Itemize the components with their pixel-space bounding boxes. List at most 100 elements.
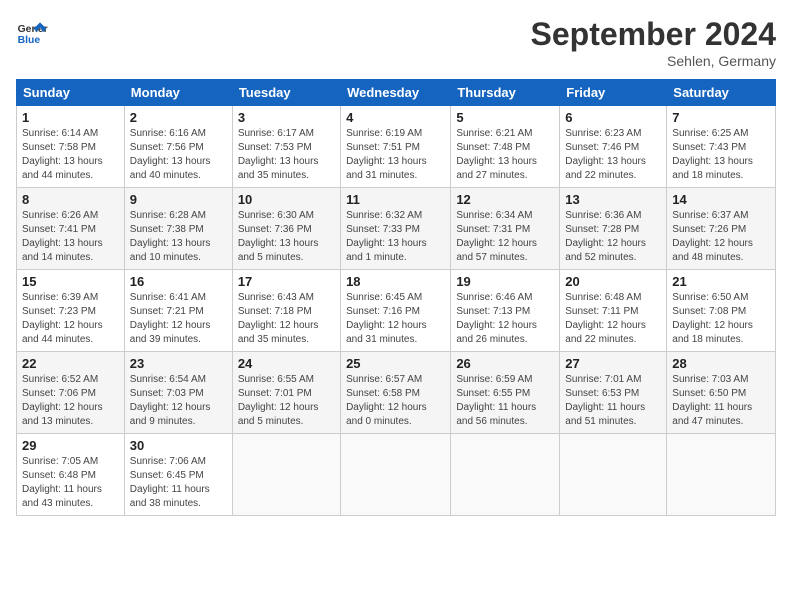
day-number: 19: [456, 274, 554, 289]
col-tuesday: Tuesday: [232, 80, 340, 106]
calendar-day-cell: 3 Sunrise: 6:17 AM Sunset: 7:53 PM Dayli…: [232, 106, 340, 188]
calendar-day-cell: 2 Sunrise: 6:16 AM Sunset: 7:56 PM Dayli…: [124, 106, 232, 188]
col-sunday: Sunday: [17, 80, 125, 106]
calendar-day-cell: 11 Sunrise: 6:32 AM Sunset: 7:33 PM Dayl…: [341, 188, 451, 270]
calendar-day-cell: [232, 434, 340, 516]
day-info: Sunrise: 6:23 AM Sunset: 7:46 PM Dayligh…: [565, 127, 661, 183]
day-number: 5: [456, 110, 554, 125]
day-info: Sunrise: 6:17 AM Sunset: 7:53 PM Dayligh…: [238, 127, 335, 183]
calendar-day-cell: [341, 434, 451, 516]
col-friday: Friday: [560, 80, 667, 106]
calendar-day-cell: 17 Sunrise: 6:43 AM Sunset: 7:18 PM Dayl…: [232, 270, 340, 352]
calendar-day-cell: 10 Sunrise: 6:30 AM Sunset: 7:36 PM Dayl…: [232, 188, 340, 270]
calendar-day-cell: 19 Sunrise: 6:46 AM Sunset: 7:13 PM Dayl…: [451, 270, 560, 352]
calendar-day-cell: 29 Sunrise: 7:05 AM Sunset: 6:48 PM Dayl…: [17, 434, 125, 516]
day-info: Sunrise: 6:30 AM Sunset: 7:36 PM Dayligh…: [238, 209, 335, 265]
day-number: 2: [130, 110, 227, 125]
day-info: Sunrise: 6:14 AM Sunset: 7:58 PM Dayligh…: [22, 127, 119, 183]
day-number: 6: [565, 110, 661, 125]
day-info: Sunrise: 6:19 AM Sunset: 7:51 PM Dayligh…: [346, 127, 445, 183]
calendar-day-cell: 1 Sunrise: 6:14 AM Sunset: 7:58 PM Dayli…: [17, 106, 125, 188]
day-number: 3: [238, 110, 335, 125]
calendar-day-cell: 6 Sunrise: 6:23 AM Sunset: 7:46 PM Dayli…: [560, 106, 667, 188]
day-number: 25: [346, 356, 445, 371]
col-monday: Monday: [124, 80, 232, 106]
day-info: Sunrise: 6:36 AM Sunset: 7:28 PM Dayligh…: [565, 209, 661, 265]
day-number: 27: [565, 356, 661, 371]
calendar-day-cell: 5 Sunrise: 6:21 AM Sunset: 7:48 PM Dayli…: [451, 106, 560, 188]
title-block: September 2024 Sehlen, Germany: [531, 16, 776, 69]
svg-text:Blue: Blue: [18, 35, 41, 46]
day-info: Sunrise: 6:46 AM Sunset: 7:13 PM Dayligh…: [456, 291, 554, 347]
day-info: Sunrise: 6:45 AM Sunset: 7:16 PM Dayligh…: [346, 291, 445, 347]
day-number: 13: [565, 192, 661, 207]
calendar-day-cell: 21 Sunrise: 6:50 AM Sunset: 7:08 PM Dayl…: [667, 270, 776, 352]
day-info: Sunrise: 6:26 AM Sunset: 7:41 PM Dayligh…: [22, 209, 119, 265]
calendar-day-cell: [451, 434, 560, 516]
col-thursday: Thursday: [451, 80, 560, 106]
day-info: Sunrise: 6:54 AM Sunset: 7:03 PM Dayligh…: [130, 373, 227, 429]
calendar-day-cell: 24 Sunrise: 6:55 AM Sunset: 7:01 PM Dayl…: [232, 352, 340, 434]
calendar-day-cell: 18 Sunrise: 6:45 AM Sunset: 7:16 PM Dayl…: [341, 270, 451, 352]
day-info: Sunrise: 7:03 AM Sunset: 6:50 PM Dayligh…: [672, 373, 770, 429]
day-info: Sunrise: 7:05 AM Sunset: 6:48 PM Dayligh…: [22, 455, 119, 511]
day-number: 21: [672, 274, 770, 289]
day-info: Sunrise: 7:01 AM Sunset: 6:53 PM Dayligh…: [565, 373, 661, 429]
day-number: 18: [346, 274, 445, 289]
day-number: 11: [346, 192, 445, 207]
day-info: Sunrise: 6:59 AM Sunset: 6:55 PM Dayligh…: [456, 373, 554, 429]
calendar-week-row: 29 Sunrise: 7:05 AM Sunset: 6:48 PM Dayl…: [17, 434, 776, 516]
day-number: 29: [22, 438, 119, 453]
day-number: 9: [130, 192, 227, 207]
day-number: 1: [22, 110, 119, 125]
day-info: Sunrise: 6:21 AM Sunset: 7:48 PM Dayligh…: [456, 127, 554, 183]
day-number: 28: [672, 356, 770, 371]
calendar-week-row: 1 Sunrise: 6:14 AM Sunset: 7:58 PM Dayli…: [17, 106, 776, 188]
calendar-day-cell: 27 Sunrise: 7:01 AM Sunset: 6:53 PM Dayl…: [560, 352, 667, 434]
day-info: Sunrise: 6:37 AM Sunset: 7:26 PM Dayligh…: [672, 209, 770, 265]
day-number: 10: [238, 192, 335, 207]
logo-icon: General Blue: [16, 16, 48, 48]
calendar-day-cell: 23 Sunrise: 6:54 AM Sunset: 7:03 PM Dayl…: [124, 352, 232, 434]
day-info: Sunrise: 6:16 AM Sunset: 7:56 PM Dayligh…: [130, 127, 227, 183]
day-number: 14: [672, 192, 770, 207]
day-info: Sunrise: 6:52 AM Sunset: 7:06 PM Dayligh…: [22, 373, 119, 429]
calendar-day-cell: 22 Sunrise: 6:52 AM Sunset: 7:06 PM Dayl…: [17, 352, 125, 434]
calendar-day-cell: 12 Sunrise: 6:34 AM Sunset: 7:31 PM Dayl…: [451, 188, 560, 270]
calendar-table: Sunday Monday Tuesday Wednesday Thursday…: [16, 79, 776, 516]
day-number: 16: [130, 274, 227, 289]
calendar-day-cell: [667, 434, 776, 516]
header-row-days: Sunday Monday Tuesday Wednesday Thursday…: [17, 80, 776, 106]
calendar-day-cell: 9 Sunrise: 6:28 AM Sunset: 7:38 PM Dayli…: [124, 188, 232, 270]
day-number: 4: [346, 110, 445, 125]
calendar-day-cell: 16 Sunrise: 6:41 AM Sunset: 7:21 PM Dayl…: [124, 270, 232, 352]
day-info: Sunrise: 6:39 AM Sunset: 7:23 PM Dayligh…: [22, 291, 119, 347]
day-info: Sunrise: 6:41 AM Sunset: 7:21 PM Dayligh…: [130, 291, 227, 347]
col-wednesday: Wednesday: [341, 80, 451, 106]
day-info: Sunrise: 6:50 AM Sunset: 7:08 PM Dayligh…: [672, 291, 770, 347]
calendar-week-row: 22 Sunrise: 6:52 AM Sunset: 7:06 PM Dayl…: [17, 352, 776, 434]
day-number: 30: [130, 438, 227, 453]
calendar-container: General Blue September 2024 Sehlen, Germ…: [0, 0, 792, 526]
day-info: Sunrise: 6:28 AM Sunset: 7:38 PM Dayligh…: [130, 209, 227, 265]
calendar-day-cell: [560, 434, 667, 516]
day-info: Sunrise: 6:55 AM Sunset: 7:01 PM Dayligh…: [238, 373, 335, 429]
day-number: 17: [238, 274, 335, 289]
day-number: 23: [130, 356, 227, 371]
day-info: Sunrise: 6:43 AM Sunset: 7:18 PM Dayligh…: [238, 291, 335, 347]
day-info: Sunrise: 7:06 AM Sunset: 6:45 PM Dayligh…: [130, 455, 227, 511]
calendar-day-cell: 14 Sunrise: 6:37 AM Sunset: 7:26 PM Dayl…: [667, 188, 776, 270]
calendar-week-row: 8 Sunrise: 6:26 AM Sunset: 7:41 PM Dayli…: [17, 188, 776, 270]
day-number: 8: [22, 192, 119, 207]
day-info: Sunrise: 6:32 AM Sunset: 7:33 PM Dayligh…: [346, 209, 445, 265]
logo: General Blue: [16, 16, 48, 48]
header-row: General Blue September 2024 Sehlen, Germ…: [16, 16, 776, 69]
calendar-day-cell: 4 Sunrise: 6:19 AM Sunset: 7:51 PM Dayli…: [341, 106, 451, 188]
calendar-day-cell: 28 Sunrise: 7:03 AM Sunset: 6:50 PM Dayl…: [667, 352, 776, 434]
day-info: Sunrise: 6:25 AM Sunset: 7:43 PM Dayligh…: [672, 127, 770, 183]
calendar-week-row: 15 Sunrise: 6:39 AM Sunset: 7:23 PM Dayl…: [17, 270, 776, 352]
calendar-day-cell: 26 Sunrise: 6:59 AM Sunset: 6:55 PM Dayl…: [451, 352, 560, 434]
calendar-day-cell: 7 Sunrise: 6:25 AM Sunset: 7:43 PM Dayli…: [667, 106, 776, 188]
col-saturday: Saturday: [667, 80, 776, 106]
day-number: 20: [565, 274, 661, 289]
